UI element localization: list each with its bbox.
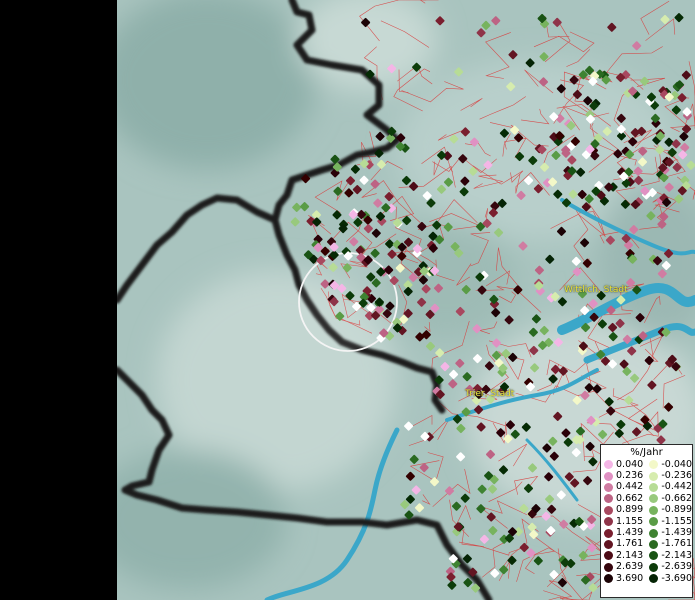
legend-entry-positive: 0.899 bbox=[601, 505, 646, 515]
legend-value: -0.899 bbox=[661, 504, 692, 516]
legend-row: 2.143 -2.143 bbox=[601, 550, 692, 561]
legend-entry-negative: -3.690 bbox=[646, 572, 692, 584]
legend-swatch bbox=[604, 574, 613, 584]
legend-swatch bbox=[604, 551, 613, 561]
place-label-trier[interactable]: Trier, Stadt bbox=[465, 389, 514, 399]
legend-swatch bbox=[649, 471, 659, 481]
legend-value: -1.439 bbox=[661, 527, 692, 539]
legend-value: -3.690 bbox=[661, 572, 692, 584]
legend-entry-negative: -0.040 bbox=[646, 458, 692, 470]
legend-entry-positive: 0.040 bbox=[601, 458, 646, 470]
legend-swatch bbox=[604, 539, 613, 549]
place-label-wittlich[interactable]: Wittlich, Stadt bbox=[564, 285, 628, 295]
legend-row: 0.236 -0.236 bbox=[601, 470, 692, 481]
legend-value: -0.236 bbox=[661, 470, 692, 482]
legend-entry-positive: 0.442 bbox=[601, 482, 646, 492]
legend-swatch bbox=[649, 460, 659, 470]
legend-value: 2.143 bbox=[616, 549, 644, 561]
legend-value: 0.899 bbox=[616, 504, 644, 516]
legend-swatch bbox=[604, 528, 613, 538]
legend-swatch bbox=[649, 528, 659, 538]
legend-value: -0.442 bbox=[661, 481, 692, 493]
legend-entry-negative: -0.442 bbox=[646, 482, 692, 492]
legend-value: 1.439 bbox=[616, 527, 644, 539]
legend-value: -2.143 bbox=[661, 549, 692, 561]
legend-swatch bbox=[649, 562, 659, 572]
legend-entry-positive: 0.662 bbox=[601, 492, 646, 504]
legend-value: 3.690 bbox=[616, 572, 644, 584]
legend-entry-positive: 1.155 bbox=[601, 515, 646, 527]
legend-entry-negative: -1.155 bbox=[646, 515, 692, 527]
legend-entry-negative: -2.143 bbox=[646, 549, 692, 561]
left-panel-black bbox=[0, 0, 117, 600]
legend-swatch bbox=[649, 574, 659, 584]
legend-value: -0.040 bbox=[661, 458, 692, 470]
legend-row: 0.662 -0.662 bbox=[601, 493, 692, 504]
legend-row: 0.040 -0.040 bbox=[601, 459, 692, 470]
legend-swatch bbox=[604, 460, 613, 470]
legend-entry-negative: -1.439 bbox=[646, 528, 692, 538]
legend-entry-positive: 3.690 bbox=[601, 572, 646, 584]
legend: %/Jahr 0.040 -0.040 0.236 -0.236 0.442 -0.442… bbox=[600, 444, 693, 598]
legend-swatch bbox=[604, 517, 613, 527]
legend-swatch bbox=[604, 505, 613, 515]
legend-value: 0.040 bbox=[616, 458, 644, 470]
legend-swatch bbox=[604, 562, 613, 572]
legend-value: 0.236 bbox=[616, 470, 644, 482]
legend-value: 2.639 bbox=[616, 561, 644, 573]
legend-entry-negative: -0.899 bbox=[646, 505, 692, 515]
legend-rows: 0.040 -0.040 0.236 -0.236 0.442 -0.442 0.662 -0… bbox=[601, 459, 692, 584]
legend-value: 1.155 bbox=[616, 515, 644, 527]
legend-row: 0.442 -0.442 bbox=[601, 482, 692, 493]
legend-entry-positive: 1.439 bbox=[601, 528, 646, 538]
legend-row: 2.639 -2.639 bbox=[601, 562, 692, 573]
legend-entry-negative: -0.662 bbox=[646, 492, 692, 504]
legend-entry-positive: 2.143 bbox=[601, 549, 646, 561]
legend-row: 1.155 -1.155 bbox=[601, 516, 692, 527]
legend-swatch bbox=[604, 471, 613, 481]
legend-value: -0.662 bbox=[661, 492, 692, 504]
legend-value: 0.662 bbox=[616, 492, 644, 504]
legend-title: %/Jahr bbox=[630, 447, 663, 458]
legend-swatch bbox=[649, 517, 659, 527]
legend-row: 3.690 -3.690 bbox=[601, 573, 692, 584]
legend-entry-positive: 2.639 bbox=[601, 562, 646, 572]
legend-value: -1.761 bbox=[661, 538, 692, 550]
legend-row: 1.761 -1.761 bbox=[601, 539, 692, 550]
legend-value: 0.442 bbox=[616, 481, 644, 493]
legend-entry-positive: 1.761 bbox=[601, 539, 646, 549]
legend-swatch bbox=[649, 539, 659, 549]
legend-row: 1.439 -1.439 bbox=[601, 527, 692, 538]
legend-entry-negative: -1.761 bbox=[646, 539, 692, 549]
legend-swatch bbox=[649, 482, 659, 492]
legend-value: -2.639 bbox=[661, 561, 692, 573]
legend-row: 0.899 -0.899 bbox=[601, 505, 692, 516]
legend-swatch bbox=[649, 551, 659, 561]
legend-entry-negative: -2.639 bbox=[646, 562, 692, 572]
legend-entry-positive: 0.236 bbox=[601, 471, 646, 481]
legend-swatch bbox=[604, 494, 613, 504]
legend-value: -1.155 bbox=[661, 515, 692, 527]
legend-swatch bbox=[649, 494, 659, 504]
legend-value: 1.761 bbox=[616, 538, 644, 550]
legend-swatch bbox=[649, 505, 659, 515]
legend-swatch bbox=[604, 482, 613, 492]
legend-entry-negative: -0.236 bbox=[646, 471, 692, 481]
map-application: Wittlich, Stadt Trier, Stadt %/Jahr 0.04… bbox=[0, 0, 695, 600]
